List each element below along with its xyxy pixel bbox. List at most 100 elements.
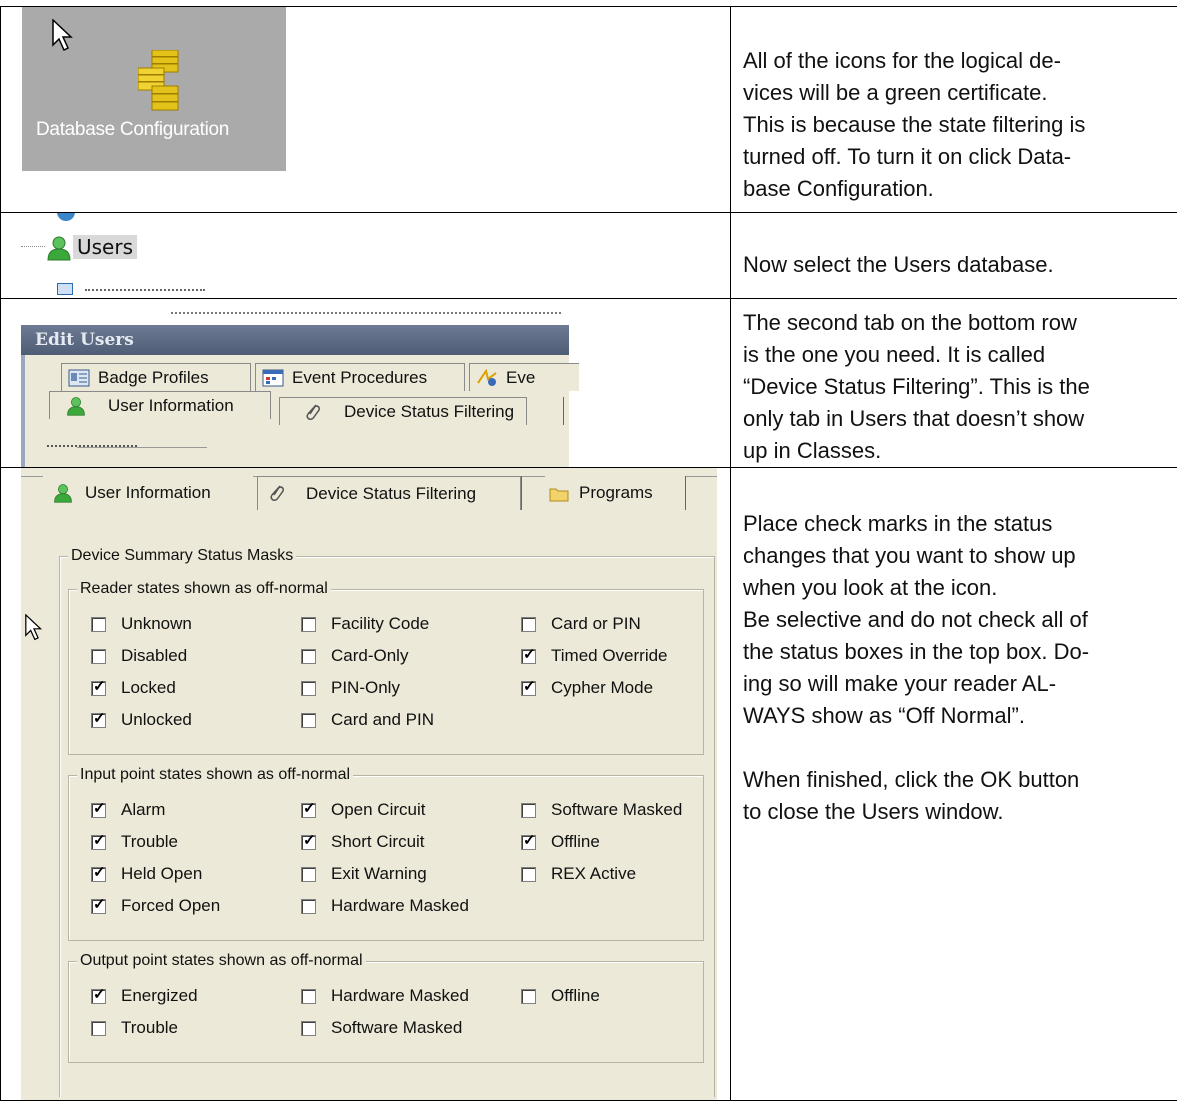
checkbox[interactable]: ✓ [91, 835, 106, 850]
globe-icon [57, 213, 75, 222]
checkbox[interactable]: ✓ [521, 649, 536, 664]
tab-events[interactable]: Eve [469, 363, 579, 391]
tab-separator [563, 397, 564, 425]
tab-user-information[interactable]: User Information [49, 391, 271, 419]
screenshot-cell: Edit Users Badge Profiles [1, 299, 731, 468]
user-icon [47, 235, 71, 261]
tab-badge-profiles[interactable]: Badge Profiles [61, 363, 251, 391]
group-title: Reader states shown as off-normal [77, 579, 331, 599]
window-border [21, 355, 25, 467]
tile-label: Database Configuration [36, 119, 229, 141]
tab-label: User Information [108, 392, 234, 420]
screenshot-cell: Database Configuration [1, 7, 731, 213]
reader-states-group: Reader states shown as off-normal Unknow… [68, 589, 704, 755]
tab-label: Eve [506, 364, 535, 392]
device-summary-status-masks-group: Device Summary Status Masks Reader state… [59, 556, 715, 1097]
description-cell: The second tab on the bottom row is the … [731, 299, 1177, 468]
define-user-group-cut-off [47, 439, 137, 447]
checkbox[interactable] [301, 899, 316, 914]
checkbox[interactable]: ✓ [91, 803, 106, 818]
badge-profiles-icon [68, 369, 90, 387]
tab-label: Event Procedures [292, 364, 427, 392]
database-stack-icon [138, 50, 180, 112]
tree-view-snippet: Users [21, 213, 281, 299]
table-row: Users Now select the Users database. [1, 213, 1177, 299]
checkbox[interactable] [301, 649, 316, 664]
input-point-states-group: Input point states shown as off-normal ✓… [68, 775, 704, 941]
checkbox[interactable]: ✓ [301, 835, 316, 850]
tree-item-cut-off [85, 283, 205, 291]
checkbox[interactable] [521, 617, 536, 632]
tab-label: Programs [579, 476, 653, 510]
tab-label: Device Status Filtering [306, 477, 476, 511]
checkbox[interactable] [301, 867, 316, 882]
checkbox[interactable]: ✓ [521, 835, 536, 850]
checkbox[interactable]: ✓ [91, 899, 106, 914]
checkbox[interactable] [91, 1021, 106, 1036]
tree-item-cut-off [85, 213, 205, 214]
paperclip-icon [268, 483, 286, 503]
step-description: All of the icons for the logical de- vic… [731, 7, 1177, 205]
tab-event-procedures[interactable]: Event Procedures [255, 363, 465, 391]
checkbox[interactable] [301, 713, 316, 728]
group-title: Device Summary Status Masks [68, 546, 296, 566]
mouse-pointer-icon [52, 19, 74, 53]
tab-device-status-filtering[interactable]: Device Status Filtering [279, 397, 527, 425]
group-title: Input point states shown as off-normal [77, 765, 353, 785]
description-cell: Place check marks in the status changes … [731, 468, 1177, 1101]
checkbox[interactable]: ✓ [91, 867, 106, 882]
tab-separator [521, 476, 522, 510]
checkbox[interactable] [301, 681, 316, 696]
step-description: Place check marks in the status changes … [731, 468, 1177, 828]
checkbox[interactable] [301, 1021, 316, 1036]
tree-connector [21, 246, 45, 247]
checkbox[interactable] [301, 989, 316, 1004]
user-icon [53, 483, 73, 503]
user-icon [66, 396, 86, 416]
group-title: Output point states shown as off-normal [77, 951, 366, 971]
checkbox[interactable] [91, 617, 106, 632]
checkbox[interactable] [521, 867, 536, 882]
folder-icon [549, 486, 569, 502]
checkbox[interactable]: ✓ [91, 681, 106, 696]
instruction-table: Database Configuration All of the icons … [0, 6, 1177, 1101]
checkbox[interactable]: ✓ [521, 681, 536, 696]
checkbox[interactable] [521, 803, 536, 818]
edit-users-dialog-snippet: Edit Users Badge Profiles [21, 299, 569, 467]
screenshot-cell: Users [1, 213, 731, 299]
groupbox-top-edge [77, 447, 207, 448]
window-title: Edit Users [21, 325, 569, 355]
background-window-strip [21, 299, 569, 325]
checkbox[interactable] [521, 989, 536, 1004]
table-row: User Information Device Status Filtering… [1, 468, 1177, 1101]
paperclip-icon [304, 402, 322, 422]
cut-off-title [171, 304, 561, 314]
tab-separator [685, 476, 686, 510]
database-configuration-tile[interactable]: Database Configuration [22, 7, 286, 171]
tab-device-status-filtering[interactable]: Device Status Filtering [257, 476, 521, 510]
tab-label: User Information [85, 476, 211, 510]
description-cell: Now select the Users database. [731, 213, 1177, 299]
tree-item-users[interactable]: Users [73, 235, 137, 259]
device-status-filtering-panel: User Information Device Status Filtering… [21, 468, 717, 1101]
checkbox[interactable]: ✓ [301, 803, 316, 818]
checkbox[interactable] [91, 649, 106, 664]
checkbox[interactable]: ✓ [91, 989, 106, 1004]
tab-user-information[interactable]: User Information [43, 476, 253, 510]
tab-label: Device Status Filtering [344, 398, 514, 426]
description-cell: All of the icons for the logical de- vic… [731, 7, 1177, 213]
event-procedures-icon [262, 369, 284, 387]
output-point-states-group: Output point states shown as off-normal … [68, 961, 704, 1063]
tab-programs[interactable]: Programs [545, 476, 685, 510]
tab-label: Badge Profiles [98, 364, 209, 392]
workstation-icon [57, 283, 73, 295]
table-row: Database Configuration All of the icons … [1, 7, 1177, 213]
checkbox[interactable]: ✓ [91, 713, 106, 728]
mouse-pointer-icon [25, 614, 43, 642]
event-icon [476, 369, 498, 387]
checkbox[interactable] [301, 617, 316, 632]
step-description: The second tab on the bottom row is the … [731, 299, 1177, 467]
table-row: Edit Users Badge Profiles [1, 299, 1177, 468]
screenshot-cell: User Information Device Status Filtering… [1, 468, 731, 1101]
step-description: Now select the Users database. [731, 213, 1177, 281]
